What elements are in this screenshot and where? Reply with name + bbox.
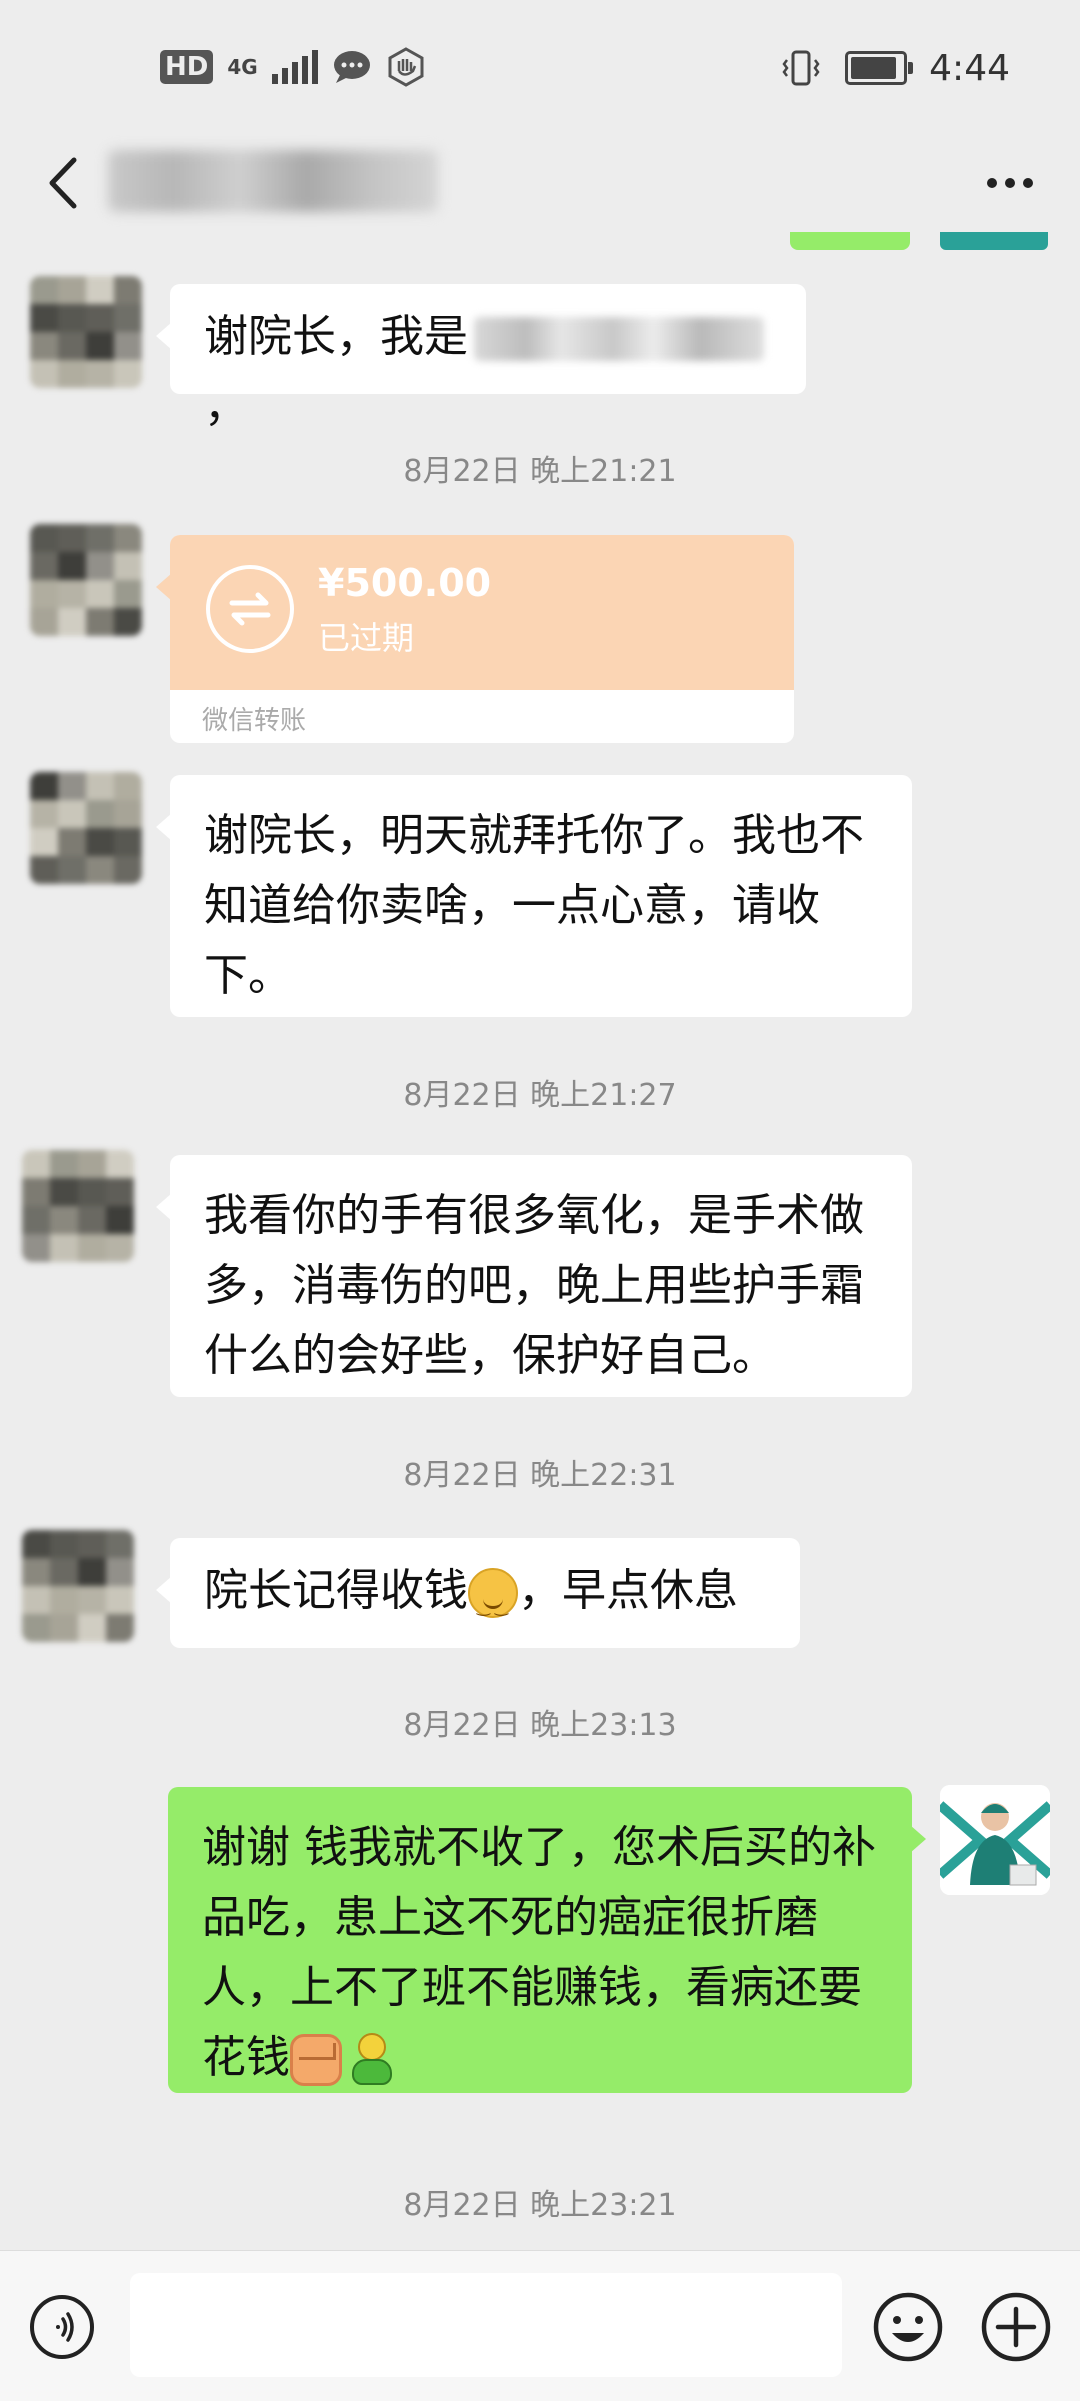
message-line: 下。 [204, 950, 292, 1001]
message-bubble[interactable]: 谢院长，明天就拜托你了。我也不 知道给你卖啥，一点心意，请收 下。 [156, 775, 912, 1017]
avatar[interactable] [22, 1150, 134, 1262]
message-bubble[interactable]: 我看你的手有很多氧化，是手术做 多，消毒伤的吧，晚上用些护手霜 什么的会好些，保… [156, 1155, 912, 1397]
timestamp: 8月22日 晚上23:13 [403, 1708, 677, 1743]
message-text-tail: ， [204, 381, 248, 432]
transfer-amount: ¥500.00 [318, 561, 492, 605]
message-text: 院长记得收钱 [204, 1565, 468, 1616]
message-line: 我看你的手有很多氧化，是手术做 [204, 1190, 864, 1241]
back-button[interactable] [30, 148, 100, 218]
avatar-pixelation [22, 1530, 134, 1642]
more-button[interactable] [970, 158, 1050, 208]
shield-hand-icon [388, 47, 424, 87]
previous-message-bubble-edge [790, 232, 910, 250]
avatar-pixelation [30, 276, 142, 388]
fighter-icon [348, 2033, 396, 2087]
transfer-card-header: ¥500.00 已过期 [170, 535, 794, 690]
chat-title-redacted [108, 150, 438, 212]
timestamp: 8月22日 晚上21:21 [403, 454, 677, 489]
message-line: 谢院长，明天就拜托你了。我也不 [204, 810, 864, 861]
doctor-avatar-icon [940, 1785, 1050, 1895]
message-line: 知道给你卖啥，一点心意，请收 [204, 880, 820, 931]
transfer-card[interactable]: ¥500.00 已过期 微信转账 [170, 535, 794, 743]
message-input[interactable] [130, 2273, 842, 2377]
back-chevron-icon [49, 157, 77, 209]
avatar-pixelation [22, 1150, 134, 1262]
status-left: HD 4G [160, 42, 426, 92]
message-line: 多，消毒伤的吧，晚上用些护手霜 [204, 1260, 864, 1311]
timestamp: 8月22日 晚上22:31 [403, 1458, 677, 1493]
avatar[interactable] [30, 276, 142, 388]
transfer-icon [206, 565, 294, 653]
fist-icon [290, 2034, 342, 2086]
input-bar [0, 2250, 1080, 2401]
redacted-name [474, 317, 764, 361]
message-icon [333, 51, 370, 83]
transfer-status: 已过期 [318, 619, 415, 657]
emoji-button[interactable] [872, 2291, 944, 2363]
avatar[interactable] [30, 772, 142, 884]
timestamp: 8月22日 晚上21:27 [403, 1078, 677, 1113]
voice-icon [56, 2312, 74, 2342]
smiling-face-icon [468, 1568, 518, 1642]
message-line: 谢谢 钱我就不收了，您术后买的补 [202, 1822, 876, 1873]
message-text: 花钱 [202, 2032, 290, 2083]
message-bubble[interactable]: 谢院长，我是 ， [156, 284, 806, 432]
message-bubble-outgoing[interactable]: 谢谢 钱我就不收了，您术后买的补 品吃，患上这不死的癌症很折磨 人，上不了班不能… [168, 1787, 926, 2093]
more-functions-button[interactable] [980, 2291, 1052, 2363]
chat-header [0, 130, 1080, 240]
status-right: 4:44 [779, 40, 1010, 96]
previous-avatar-edge [940, 232, 1048, 250]
hd-badge: HD [160, 50, 214, 84]
timestamp: 8月22日 晚上23:21 [403, 2188, 677, 2223]
message-bubble[interactable]: 院长记得收钱 ，早点休息 [156, 1538, 800, 1648]
message-line: 什么的会好些，保护好自己。 [204, 1330, 776, 1381]
avatar-pixelation [30, 524, 142, 636]
message-line-last: 花钱 [202, 2023, 878, 2093]
my-avatar[interactable] [940, 1785, 1050, 1895]
battery-icon [845, 51, 914, 85]
message-line: 品吃，患上这不死的癌症很折磨 [202, 1892, 818, 1943]
avatar[interactable] [30, 524, 142, 636]
avatar[interactable] [22, 1530, 134, 1642]
emoji-icon [873, 2292, 943, 2362]
status-bar: HD 4G 4:44 [0, 0, 1080, 130]
plus-icon [981, 2292, 1051, 2362]
signal-icon [271, 50, 318, 84]
message-text: 谢院长，我是 [204, 311, 468, 362]
message-line: 人，上不了班不能赚钱，看病还要 [202, 1962, 862, 2013]
vibrate-icon [782, 50, 820, 86]
message-text: ，早点休息 [518, 1565, 738, 1616]
more-dots-icon [987, 178, 1033, 188]
voice-button[interactable] [30, 2295, 94, 2359]
avatar-pixelation [30, 772, 142, 884]
clock: 4:44 [929, 47, 1010, 89]
network-type: 4G [227, 55, 258, 79]
transfer-footer: 微信转账 [202, 706, 307, 736]
